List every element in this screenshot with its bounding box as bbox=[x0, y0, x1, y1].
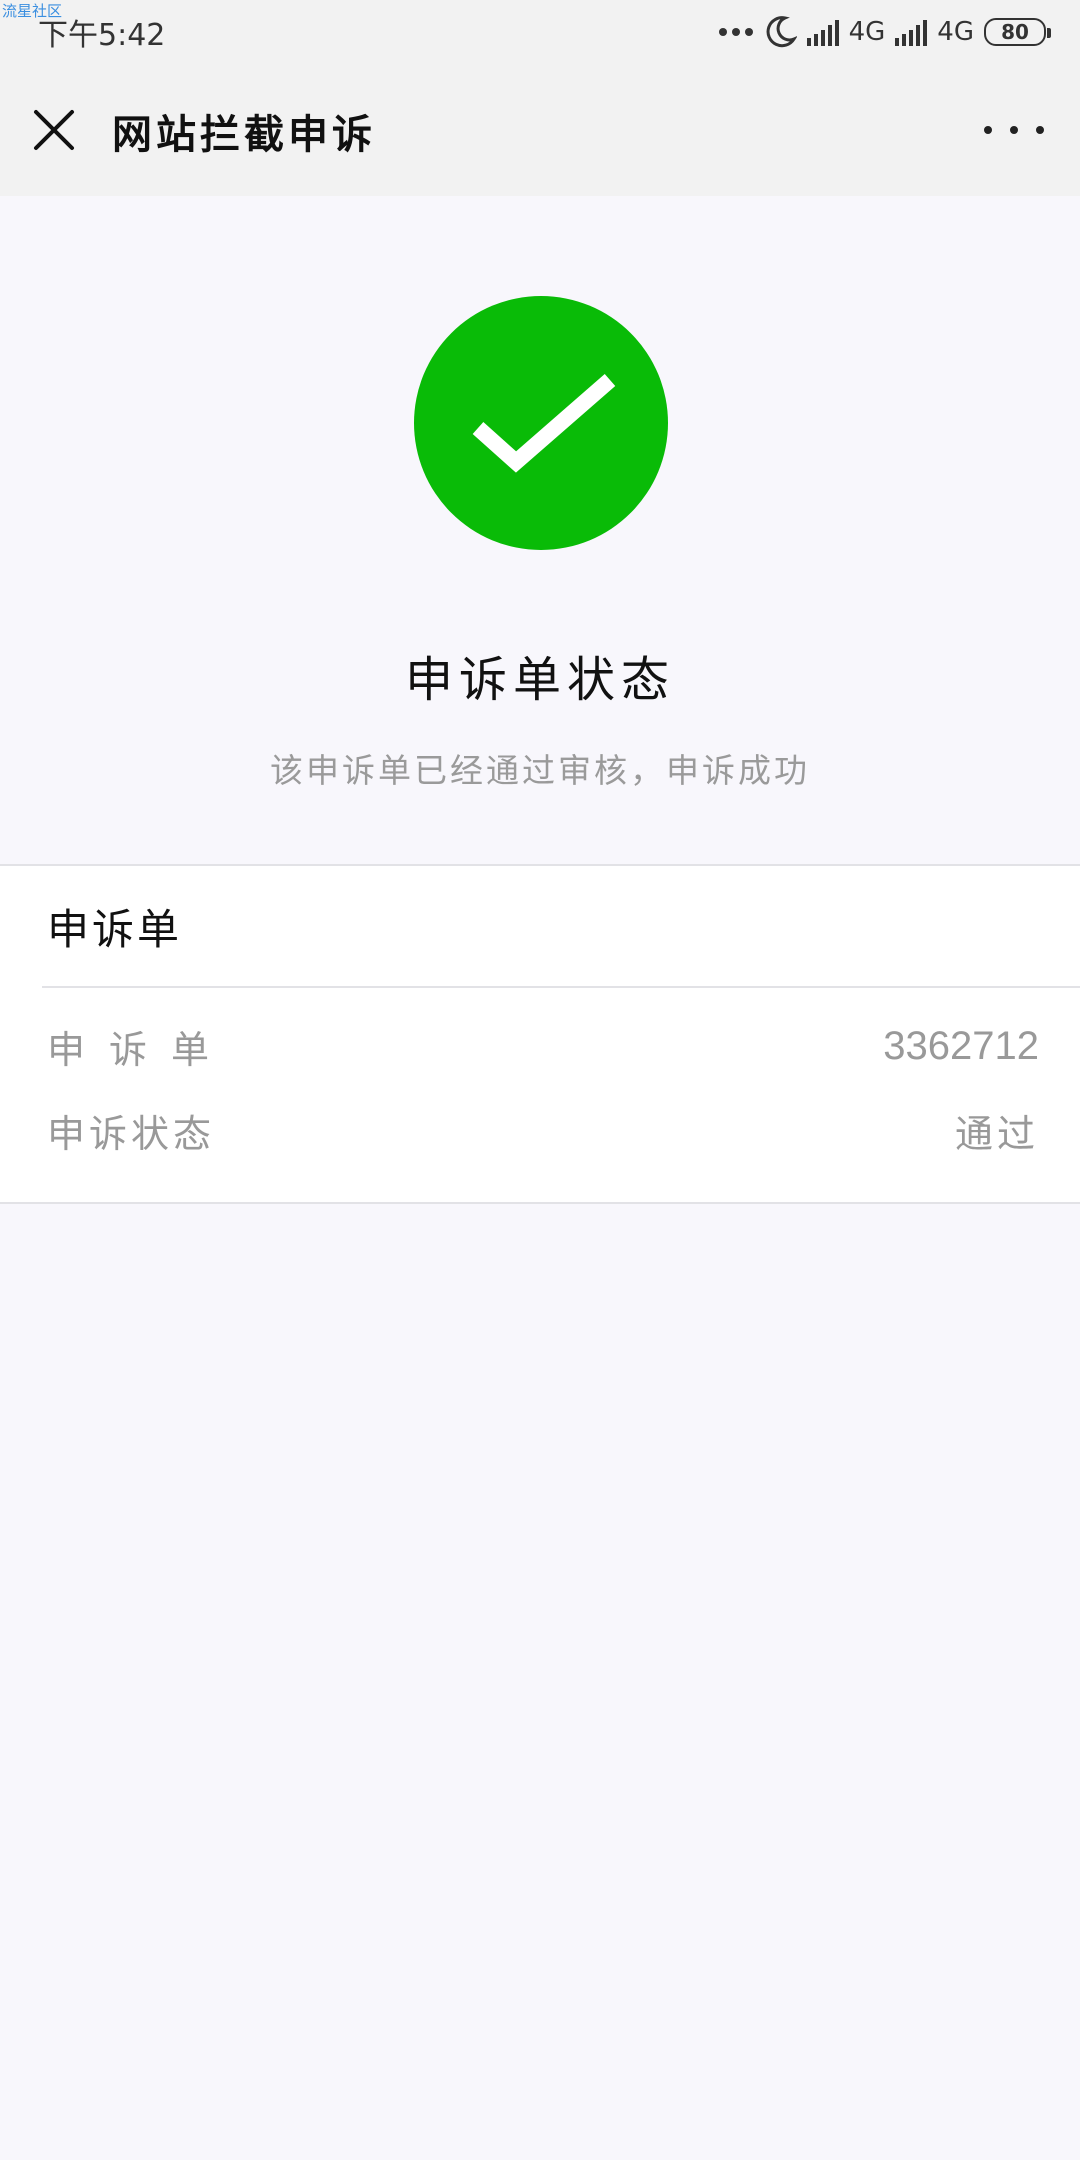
signal-icon bbox=[806, 18, 839, 46]
status-icons: 4G 4G 80 bbox=[718, 12, 1051, 52]
card-title: 申诉单 bbox=[47, 905, 183, 954]
status-description: 该申诉单已经通过审核，申诉成功 bbox=[270, 751, 810, 790]
battery-level: 80 bbox=[1001, 20, 1029, 44]
appeal-status-value: 通过 bbox=[954, 1111, 1039, 1156]
network-type-label: 4G bbox=[937, 17, 974, 47]
more-notifications-icon bbox=[718, 28, 753, 36]
appeal-status-row: 申诉状态 通过 bbox=[47, 1100, 1039, 1160]
nav-bar: 网站拦截申诉 bbox=[0, 64, 1080, 196]
divider bbox=[42, 986, 1080, 988]
moon-icon bbox=[766, 16, 797, 48]
status-title: 申诉单状态 bbox=[404, 652, 675, 708]
appeal-number-row: 申诉单 3362712 bbox=[47, 1016, 1039, 1076]
status-bar: 流星社区 下午5:42 4G 4G 80 bbox=[0, 0, 1080, 64]
page-title: 网站拦截申诉 bbox=[112, 112, 376, 158]
more-icon bbox=[984, 126, 992, 134]
appeal-number-value: 3362712 bbox=[883, 1023, 1039, 1068]
appeal-status-label: 申诉状态 bbox=[47, 1111, 216, 1156]
close-icon bbox=[34, 110, 74, 150]
close-button[interactable] bbox=[22, 98, 86, 162]
appeal-number-label: 申诉单 bbox=[47, 1027, 234, 1072]
success-check-icon bbox=[414, 296, 668, 550]
network-type-label: 4G bbox=[848, 17, 886, 47]
battery-icon: 80 bbox=[984, 18, 1051, 46]
status-time: 下午5:42 bbox=[38, 18, 166, 53]
appeal-card: 申诉单 申诉单 3362712 申诉状态 通过 bbox=[0, 864, 1080, 1204]
more-options-button[interactable] bbox=[984, 108, 1044, 152]
signal-icon bbox=[895, 18, 928, 46]
